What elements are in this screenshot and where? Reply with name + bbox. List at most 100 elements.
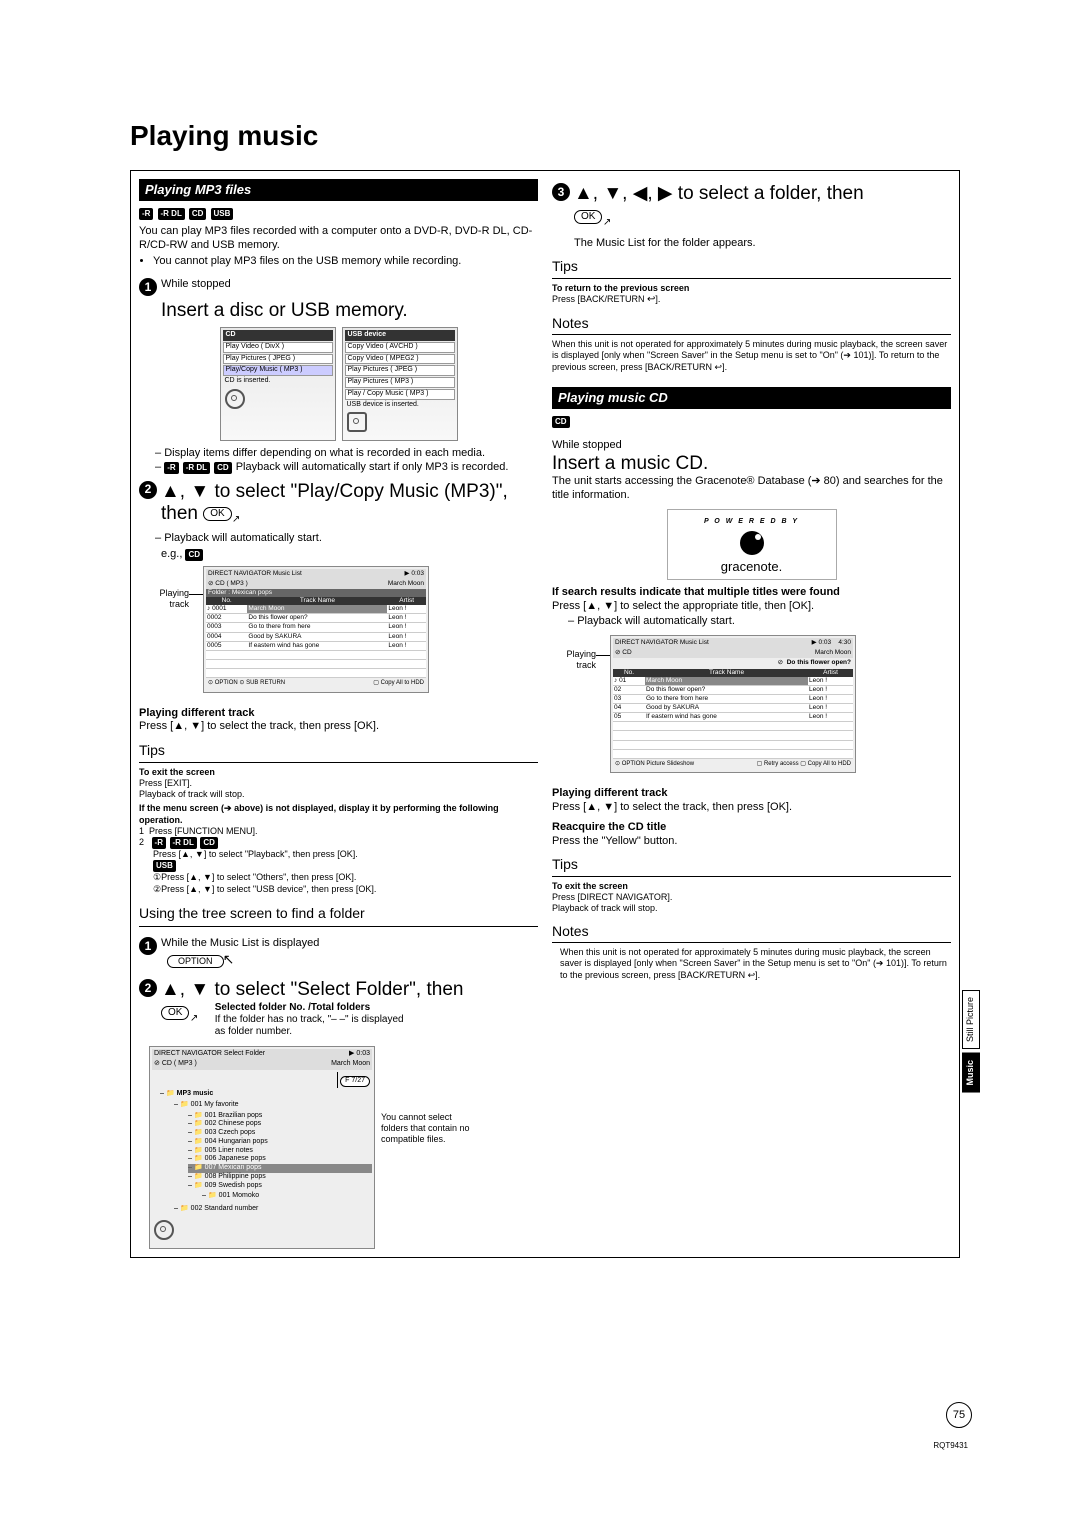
tag-rdl: -R DL [158,208,185,220]
multi-dash: Playback will automatically start. [568,615,951,629]
tip-menu-heading: If the menu screen (➔ above) is not disp… [139,803,538,826]
section-mp3-bar: Playing MP3 files [139,179,538,201]
ok-button-icon: OK [161,1006,189,1020]
cd-tips-heading: Tips [552,856,951,874]
step-3-icon: 3 [552,183,570,201]
side-tabs: Still Picture Music [962,990,980,1093]
notes-heading-r1: Notes [552,315,951,333]
usb-menu-item: Copy Video ( AVCHD ) [345,342,455,353]
tree-step-1-text: While the Music List is displayed [161,937,319,949]
step3-after: The Music List for the folder appears. [574,237,951,251]
mp3-intro-bullet: You cannot play MP3 files on the USB mem… [153,255,538,269]
cd-navigator-figure: DIRECT NAVIGATOR Music List▶ 0:03 4:30 ⊘… [610,635,856,773]
step-1-icon: 1 [139,278,157,296]
tips-heading-r1: Tips [552,258,951,276]
pdt-heading: Playing different track [139,707,538,721]
usb-disc-icon [347,412,367,432]
page-number: 75 [946,1402,972,1428]
option-button-icon: OPTION [167,955,224,968]
tag-cd-only: CD [552,416,570,428]
cd-while-stopped: While stopped [552,439,951,453]
step-2-icon: 2 [139,481,157,499]
cd-menu-figure: CD Play Video ( DivX ) Play Pictures ( J… [220,327,336,441]
nav-folder-row: Folder : Mexican pops [206,589,426,597]
section-cd-bar: Playing music CD [552,387,951,409]
tree-subsection: Using the tree screen to find a folder [139,905,538,923]
tip-usb-2: ②Press [▲, ▼] to select "USB device", th… [153,884,538,895]
step2-dash: Playback will automatically start. [155,532,538,546]
tag-usb: USB [211,208,234,220]
eg-tag-cd: CD [185,549,203,561]
reacq-heading: Reacquire the CD title [552,821,951,835]
sel-folder-text: If the folder has no track, "– –" is dis… [215,1014,404,1037]
nav-hdr: DIRECT NAVIGATOR Music List [208,570,302,578]
playing-track-label: Playing track [145,588,189,611]
mp3-intro: You can play MP3 files recorded with a c… [139,225,538,253]
cd-notes-text: When this unit is not operated for appro… [552,947,951,981]
tag-r: -R [139,208,153,220]
tab-music[interactable]: Music [962,1053,980,1093]
cd-exit-1: Press [DIRECT NAVIGATOR]. [552,892,951,903]
cd-gracenote-text: The unit starts accessing the Gracenote®… [552,475,951,503]
sel-folder-heading: Selected folder No. /Total folders [215,1002,370,1013]
step-3-text: ▲, ▼, ◀, ▶ to select a folder, then [574,183,864,204]
disc-icon [225,389,245,409]
disc-icon [154,1220,174,1240]
cd-exit-heading: To exit the screen [552,881,951,892]
step-1-big: Insert a disc or USB memory. [161,300,538,323]
cd-insert: Insert a music CD. [552,453,951,476]
tree-step-1-icon: 1 [139,937,157,955]
cd-menu-status: CD is inserted. [223,377,333,386]
return-heading: To return to the previous screen [552,283,951,294]
ok-button-icon: OK [574,210,602,224]
notes-text-r1: When this unit is not operated for appro… [552,339,951,373]
usb-menu-item: Play Pictures ( MP3 ) [345,377,455,388]
usb-menu-title: USB device [345,330,455,341]
ok-button-icon: OK [203,507,231,521]
tip-usb-1: ①Press [▲, ▼] to select "Others", then p… [153,872,538,883]
tip-exit-heading: To exit the screen [139,767,538,778]
step1-note-2: -R -R DL CD Playback will automatically … [155,461,538,475]
cd-menu-item-selected: Play/Copy Music ( MP3 ) [223,365,333,376]
playing-track-label-cd: Playing track [552,649,596,672]
folder-badge: F 7/27 [340,1076,370,1087]
cd-menu-item: Play Pictures ( JPEG ) [223,354,333,365]
reacq-text: Press the "Yellow" button. [552,835,951,849]
gracenote-logo-icon [740,531,764,555]
tree-step-2-icon: 2 [139,979,157,997]
cd-pdt-text: Press [▲, ▼] to select the track, then p… [552,801,951,815]
cd-menu-item: Play Video ( DivX ) [223,342,333,353]
mp3-navigator-figure: DIRECT NAVIGATOR Music List▶ 0:03 ⊘ CD (… [203,566,429,693]
tag-rdl: -R DL [183,462,210,474]
cd-notes-heading: Notes [552,923,951,941]
usb-menu-figure: USB device Copy Video ( AVCHD ) Copy Vid… [342,327,458,441]
tip-menu-1: Press [FUNCTION MENU]. [149,826,258,836]
content-frame: Playing MP3 files -R -R DL CD USB You ca… [130,170,960,1258]
usb-menu-status: USB device is inserted. [345,401,455,410]
tree-figure: DIRECT NAVIGATOR Select Folder▶ 0:03 ⊘ C… [149,1046,375,1249]
tip-exit-1: Press [EXIT]. [139,778,538,789]
tag-r: -R [164,462,178,474]
usb-menu-item: Copy Video ( MPEG2 ) [345,354,455,365]
usb-menu-item: Play / Copy Music ( MP3 ) [345,389,455,400]
cd-menu-title: CD [223,330,333,341]
multi-text: Press [▲, ▼] to select the appropriate t… [552,600,951,614]
multi-heading: If search results indicate that multiple… [552,586,951,600]
tree-annotation: You cannot select folders that contain n… [381,1112,481,1253]
cd-exit-2: Playback of track will stop. [552,903,951,914]
step1-note-1: Display items differ depending on what i… [155,447,538,461]
tips-heading: Tips [139,742,538,760]
doc-code: RQT9431 [933,1441,968,1450]
tab-still-picture[interactable]: Still Picture [962,990,980,1049]
cd-pdt-heading: Playing different track [552,787,951,801]
tip-exit-2: Playback of track will stop. [139,789,538,800]
eg-label: e.g., [161,548,182,560]
powered-by-label: P O W E R E D B Y [672,518,832,527]
media-tags-mp3: -R -R DL CD USB [139,207,538,221]
page-title: Playing music [130,120,960,152]
left-column: Playing MP3 files -R -R DL CD USB You ca… [139,179,538,1249]
usb-menu-item: Play Pictures ( JPEG ) [345,365,455,376]
tip-menu-2-text: Press [▲, ▼] to select "Playback", then … [153,849,538,860]
step1-note-2-text: Playback will automatically start if onl… [236,461,509,473]
gracenote-box: P O W E R E D B Y gracenote. [667,509,837,580]
